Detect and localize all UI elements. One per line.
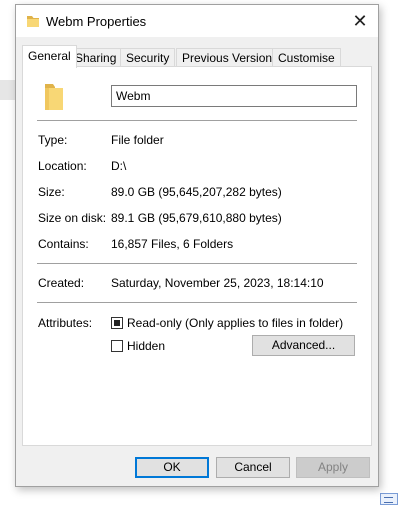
size-value: 89.0 GB (95,645,207,282 bytes): [111, 185, 282, 199]
readonly-checkbox[interactable]: [111, 317, 123, 329]
cancel-button[interactable]: Cancel: [216, 457, 290, 478]
tab-previous-versions[interactable]: Previous Versions: [176, 48, 285, 67]
location-value: D:\: [111, 159, 127, 173]
window-title: Webm Properties: [46, 14, 147, 29]
divider: [37, 263, 357, 264]
close-button[interactable]: ✕: [342, 5, 378, 37]
hidden-label[interactable]: Hidden: [127, 339, 165, 353]
tab-security[interactable]: Security: [120, 48, 176, 67]
location-label: Location:: [38, 159, 87, 173]
size-label: Size:: [38, 185, 65, 199]
size-on-disk-label: Size on disk:: [38, 211, 107, 225]
readonly-label[interactable]: Read-only (Only applies to files in fold…: [127, 316, 343, 330]
folder-icon: [26, 14, 40, 31]
tab-sharing[interactable]: Sharing: [69, 48, 123, 67]
type-value: File folder: [111, 133, 164, 147]
properties-dialog: Webm Properties ✕ General Sharing Securi…: [15, 4, 379, 487]
hidden-checkbox[interactable]: [111, 340, 123, 352]
contains-label: Contains:: [38, 237, 89, 251]
attributes-label: Attributes:: [38, 316, 93, 330]
taskbar-window-icon[interactable]: [380, 493, 398, 505]
apply-button[interactable]: Apply: [296, 457, 370, 478]
ok-button[interactable]: OK: [135, 457, 209, 478]
divider: [37, 120, 357, 121]
tab-general[interactable]: General: [22, 45, 77, 68]
title-bar[interactable]: Webm Properties ✕: [16, 5, 378, 37]
created-value: Saturday, November 25, 2023, 18:14:10: [111, 276, 324, 290]
tab-customise[interactable]: Customise: [272, 48, 341, 67]
general-tab-panel: Type: File folder Location: D:\ Size: 89…: [22, 66, 372, 446]
folder-icon: [43, 82, 65, 115]
created-label: Created:: [38, 276, 85, 290]
contains-value: 16,857 Files, 6 Folders: [111, 237, 234, 251]
folder-name-input[interactable]: [111, 85, 357, 107]
close-icon: ✕: [352, 11, 368, 31]
size-on-disk-value: 89.1 GB (95,679,610,880 bytes): [111, 211, 282, 225]
background-window-strip: [0, 80, 16, 100]
type-label: Type:: [38, 133, 68, 147]
divider: [37, 302, 357, 303]
advanced-button[interactable]: Advanced...: [252, 335, 355, 356]
